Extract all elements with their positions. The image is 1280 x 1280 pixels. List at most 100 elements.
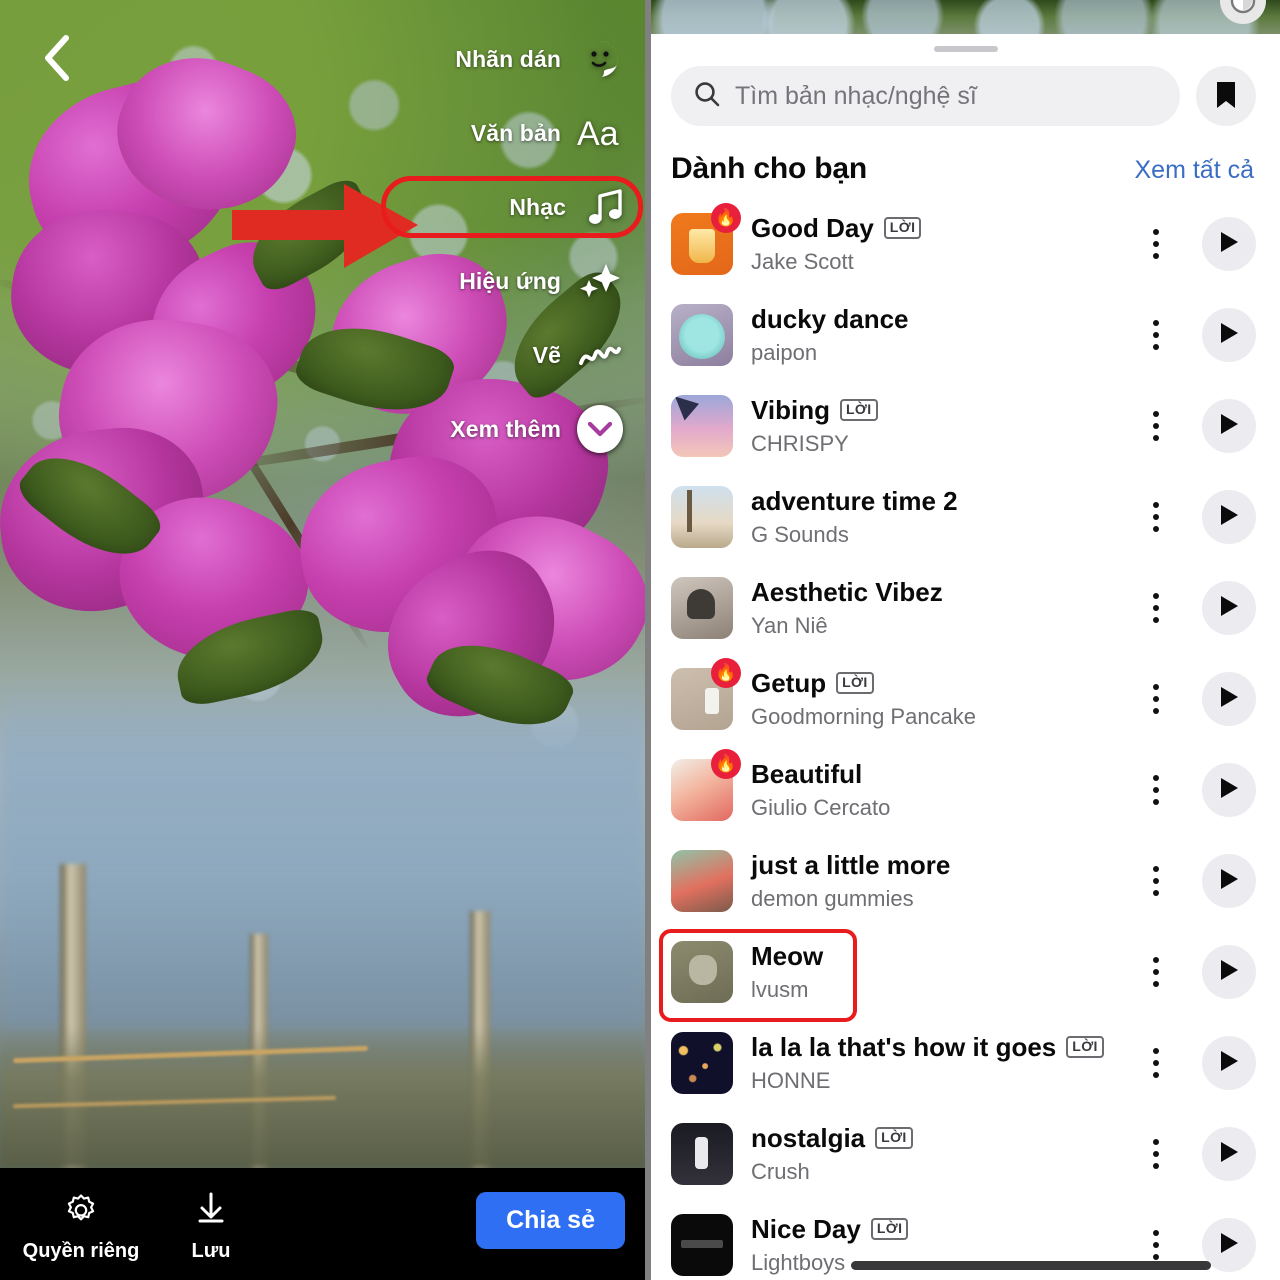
lyrics-badge: LỜI xyxy=(836,672,874,694)
play-button[interactable] xyxy=(1202,307,1256,362)
song-row[interactable]: 🔥 Good Day LỜI Jake Scott xyxy=(651,198,1280,289)
tool-sticker[interactable]: Nhãn dán xyxy=(381,28,631,90)
song-meta: Good Day LỜI Jake Scott xyxy=(733,213,1136,275)
editor-tool-rail: Nhãn dán Văn bản Aa Nhạc Hiệu ứng Vẽ Xem… xyxy=(381,28,643,472)
song-title: Meow xyxy=(751,940,824,971)
song-title: adventure time 2 xyxy=(751,485,958,516)
song-row[interactable]: nostalgia LỜI Crush xyxy=(651,1108,1280,1199)
album-art-wrap xyxy=(671,394,733,457)
song-title-line: ducky dance xyxy=(751,304,1136,335)
back-button[interactable] xyxy=(28,30,84,86)
kebab-menu-icon[interactable] xyxy=(1136,1041,1176,1085)
song-meta: Aesthetic Vibez Yan Niê xyxy=(733,577,1136,639)
trending-flame-icon: 🔥 xyxy=(711,202,741,233)
play-button[interactable] xyxy=(1202,944,1256,999)
song-artist: G Sounds xyxy=(751,521,849,547)
album-art-wrap xyxy=(671,576,733,639)
kebab-menu-icon[interactable] xyxy=(1136,1132,1176,1176)
kebab-menu-icon[interactable] xyxy=(1136,950,1176,994)
home-indicator xyxy=(851,1261,1211,1270)
tool-draw[interactable]: Vẽ xyxy=(381,324,631,386)
play-button[interactable] xyxy=(1202,671,1256,726)
play-button[interactable] xyxy=(1202,1035,1256,1090)
song-meta: ducky dance paipon xyxy=(733,304,1136,366)
album-art xyxy=(671,394,733,457)
kebab-menu-icon[interactable] xyxy=(1136,768,1176,812)
album-art-wrap xyxy=(671,1122,733,1185)
lyrics-badge: LỜI xyxy=(875,1127,913,1149)
song-list: 🔥 Good Day LỜI Jake Scott ducky dance paipon V… xyxy=(651,198,1280,1280)
bookmark-icon xyxy=(1214,80,1238,113)
song-artist: HONNE xyxy=(751,1067,831,1093)
song-row[interactable]: 🔥 Getup LỜI Goodmorning Pancake xyxy=(651,653,1280,744)
trending-flame-icon: 🔥 xyxy=(711,657,741,688)
play-button[interactable] xyxy=(1202,853,1256,908)
song-artist: lvusm xyxy=(751,976,809,1002)
song-artist: Giulio Cercato xyxy=(751,794,891,820)
song-meta: Beautiful Giulio Cercato xyxy=(733,759,1136,821)
share-button[interactable]: Chia sẻ xyxy=(476,1192,625,1249)
tool-more-icon-wrap xyxy=(577,405,623,453)
song-meta: nostalgia LỜI Crush xyxy=(733,1123,1136,1185)
search-icon xyxy=(693,80,721,113)
kebab-menu-icon[interactable] xyxy=(1136,404,1176,448)
tool-label: Nhạc xyxy=(509,193,566,220)
kebab-menu-icon[interactable] xyxy=(1136,859,1176,903)
play-button[interactable] xyxy=(1202,580,1256,635)
song-row[interactable]: 🔥 Beautiful Giulio Cercato xyxy=(651,744,1280,835)
song-row[interactable]: just a little more demon gummies xyxy=(651,835,1280,926)
kebab-menu-icon[interactable] xyxy=(1136,222,1176,266)
save-button[interactable]: Lưu xyxy=(156,1190,266,1262)
song-meta: adventure time 2 G Sounds xyxy=(733,486,1136,548)
bookmark-button[interactable] xyxy=(1196,66,1256,126)
play-icon xyxy=(1218,503,1240,530)
sparkles-icon xyxy=(577,258,623,304)
tool-more[interactable]: Xem thêm xyxy=(381,398,631,460)
play-button[interactable] xyxy=(1202,489,1256,544)
song-meta: Meow lvusm xyxy=(733,941,1136,1003)
song-artist: Jake Scott xyxy=(751,248,854,274)
kebab-menu-icon[interactable] xyxy=(1136,313,1176,357)
song-row[interactable]: Vibing LỜI CHRISPY xyxy=(651,380,1280,471)
album-art-wrap xyxy=(671,940,733,1003)
play-button[interactable] xyxy=(1202,216,1256,271)
song-title: la la la that's how it goes xyxy=(751,1031,1057,1062)
play-button[interactable] xyxy=(1202,762,1256,817)
kebab-menu-icon[interactable] xyxy=(1136,677,1176,721)
song-artist: demon gummies xyxy=(751,885,914,911)
tool-text[interactable]: Văn bản Aa xyxy=(381,102,631,164)
play-icon xyxy=(1218,776,1240,803)
play-button[interactable] xyxy=(1202,1126,1256,1181)
tool-label: Nhãn dán xyxy=(455,45,561,72)
song-title-line: Meow xyxy=(751,941,1136,972)
kebab-menu-icon[interactable] xyxy=(1136,1223,1176,1267)
song-title: nostalgia xyxy=(751,1122,866,1153)
song-row[interactable]: Aesthetic Vibez Yan Niê xyxy=(651,562,1280,653)
play-button[interactable] xyxy=(1202,398,1256,453)
see-all-link[interactable]: Xem tất cả xyxy=(1135,156,1255,185)
play-icon xyxy=(1218,594,1240,621)
privacy-button[interactable]: Quyền riêng xyxy=(6,1190,156,1262)
lyrics-badge: LỜI xyxy=(1066,1036,1104,1058)
song-row[interactable]: Meow lvusm xyxy=(651,926,1280,1022)
search-input[interactable] xyxy=(735,81,1158,111)
album-art-wrap: 🔥 xyxy=(671,748,741,821)
kebab-menu-icon[interactable] xyxy=(1136,495,1176,539)
scribble-icon xyxy=(577,332,623,378)
song-row[interactable]: adventure time 2 G Sounds xyxy=(651,471,1280,562)
album-art xyxy=(671,940,733,1003)
play-icon xyxy=(1218,1049,1240,1076)
play-icon xyxy=(1218,230,1240,257)
song-row[interactable]: la la la that's how it goes LỜI HONNE xyxy=(651,1017,1280,1108)
tool-effects[interactable]: Hiệu ứng xyxy=(381,250,631,312)
album-art xyxy=(671,576,733,639)
download-icon xyxy=(193,1190,229,1235)
background-photo-strip xyxy=(651,0,1280,34)
editor-bottom-bar: Quyền riêng Lưu Chia sẻ xyxy=(0,1168,645,1280)
kebab-menu-icon[interactable] xyxy=(1136,586,1176,630)
song-row[interactable]: ducky dance paipon xyxy=(651,289,1280,380)
music-note-icon xyxy=(582,184,628,230)
svg-text:Aa: Aa xyxy=(577,115,619,153)
search-input-container[interactable] xyxy=(671,66,1180,126)
tool-music[interactable]: Nhạc xyxy=(381,176,643,238)
